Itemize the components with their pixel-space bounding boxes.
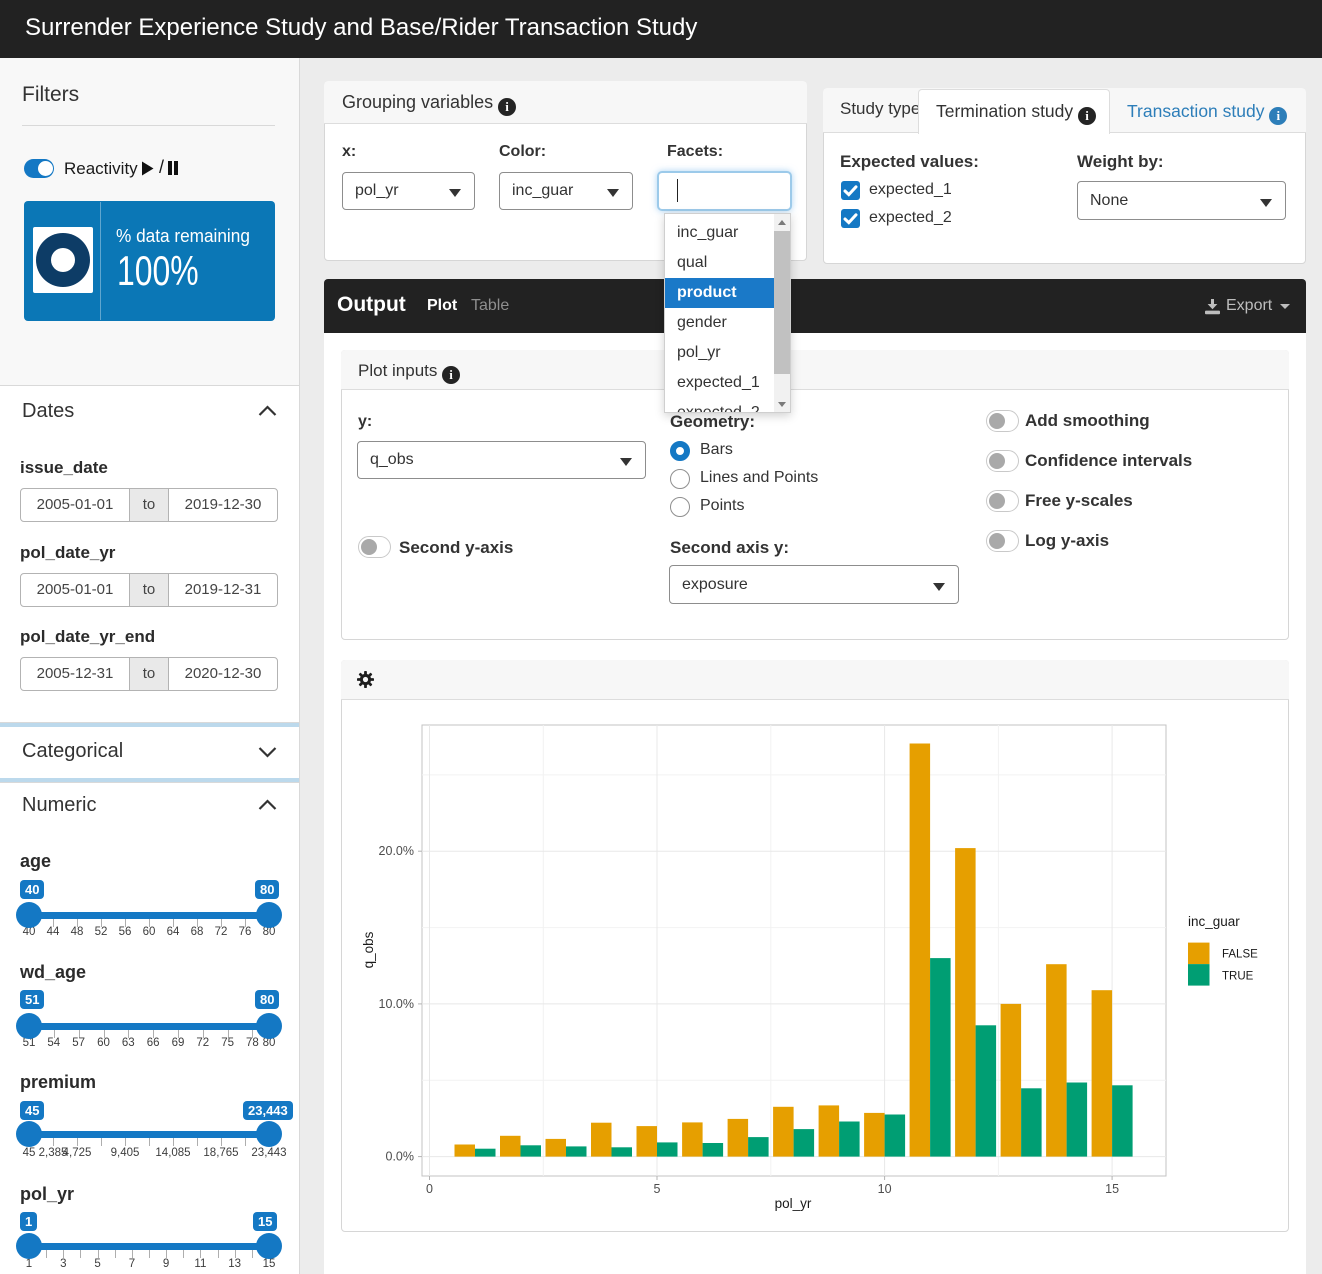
svg-text:FALSE: FALSE xyxy=(1222,949,1258,961)
svg-text:0.0%: 0.0% xyxy=(386,1150,415,1164)
svg-text:inc_guar: inc_guar xyxy=(1188,914,1240,929)
svg-text:0: 0 xyxy=(426,1182,433,1196)
svg-text:15: 15 xyxy=(1105,1182,1119,1196)
svg-text:5: 5 xyxy=(654,1182,661,1196)
svg-text:TRUE: TRUE xyxy=(1222,970,1254,982)
svg-text:20.0%: 20.0% xyxy=(379,844,414,858)
svg-text:10.0%: 10.0% xyxy=(379,997,414,1011)
svg-text:pol_yr: pol_yr xyxy=(775,1196,812,1211)
svg-text:10: 10 xyxy=(878,1182,892,1196)
svg-text:q_obs: q_obs xyxy=(361,931,376,968)
